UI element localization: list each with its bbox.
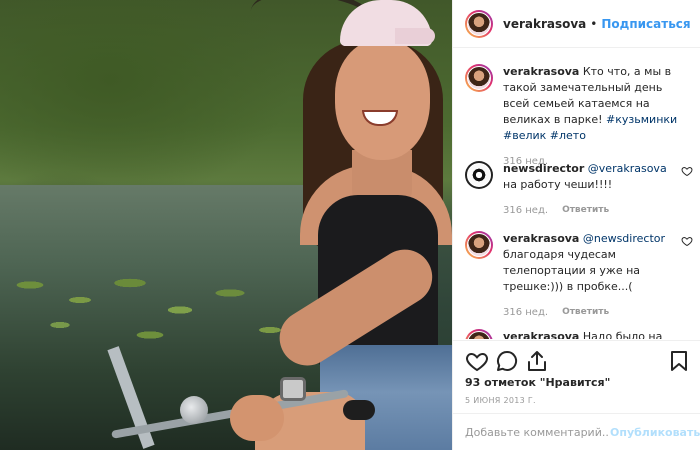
header-separator: • [590, 16, 598, 31]
post-header: verakrasova • Подписаться [453, 0, 700, 48]
like-comment-heart-icon[interactable] [681, 235, 693, 247]
comment-username[interactable]: verakrasova [503, 330, 579, 339]
action-bar [465, 349, 691, 375]
avatar[interactable] [465, 64, 493, 92]
photo-saddle [343, 400, 375, 420]
photo-cap-visor [395, 28, 435, 44]
comment-message: на работу чеши!!!! [503, 178, 613, 191]
likes-count[interactable]: 93 отметок "Нравится" [465, 376, 610, 389]
comment-text: verakrasova Кто что, а мы в такой замеча… [503, 64, 681, 144]
comment-body: newsdirector @verakrasova на работу чеши… [503, 161, 669, 216]
share-icon[interactable] [525, 349, 549, 373]
photo-watch [280, 377, 306, 401]
avatar[interactable] [465, 329, 493, 339]
photo-hand [230, 395, 284, 441]
comment-body: verakrasova @newsdirector благодаря чуде… [503, 231, 669, 318]
photo-lily-pads [0, 265, 300, 355]
post-photo[interactable] [0, 0, 452, 450]
comment-time[interactable]: 316 нед. [503, 307, 548, 318]
comment-icon[interactable] [495, 349, 519, 373]
avatar[interactable] [465, 9, 493, 38]
photo-bell [180, 396, 208, 424]
heart-icon[interactable] [465, 349, 489, 373]
like-comment-heart-icon[interactable] [681, 165, 693, 177]
post-footer: 93 отметок "Нравится" 5 ИЮНЯ 2013 Г. Опу… [453, 340, 700, 450]
comment-item: newsdirector @verakrasova на работу чеши… [465, 161, 693, 216]
comment-time[interactable]: 316 нед. [503, 205, 548, 216]
bookmark-icon[interactable] [667, 349, 691, 373]
comment-item: verakrasova @newsdirector благодаря чуде… [465, 231, 693, 318]
comment-meta: 316 нед. Ответить [503, 205, 669, 216]
comment-item: verakrasova Надо было на [465, 329, 693, 339]
comments-list[interactable]: verakrasova Кто что, а мы в такой замеча… [453, 49, 700, 339]
comment-username[interactable]: newsdirector [503, 162, 584, 175]
comment-mention[interactable]: @newsdirector [583, 232, 665, 245]
comment-text: verakrasova Надо было на [503, 329, 681, 339]
follow-button[interactable]: Подписаться [601, 17, 690, 31]
comment-mention[interactable]: @verakrasova [588, 162, 667, 175]
post-date[interactable]: 5 ИЮНЯ 2013 Г. [465, 396, 536, 405]
comment-message: Надо было на [582, 330, 663, 339]
comment-username[interactable]: verakrasova [503, 232, 579, 245]
reply-button[interactable]: Ответить [562, 307, 609, 318]
avatar[interactable] [465, 231, 493, 259]
comment-input[interactable] [465, 426, 610, 439]
reply-button[interactable]: Ответить [562, 205, 609, 216]
add-comment-bar: Опубликовать [453, 413, 700, 450]
avatar[interactable] [465, 161, 493, 189]
comment-message: благодаря чудесам телепортации я уже на … [503, 248, 641, 293]
comment-username[interactable]: verakrasova [503, 65, 579, 78]
comment-body: verakrasova Кто что, а мы в такой замеча… [503, 64, 681, 167]
comment-meta: 316 нед. Ответить [503, 307, 669, 318]
comment-text: newsdirector @verakrasova на работу чеши… [503, 161, 669, 193]
caption-comment: verakrasova Кто что, а мы в такой замеча… [465, 64, 693, 167]
comment-body: verakrasova Надо было на [503, 329, 681, 339]
post-comment-button[interactable]: Опубликовать [610, 426, 700, 439]
post-side-panel: verakrasova • Подписаться verakrasova Кт… [452, 0, 700, 450]
photo-face [335, 40, 430, 160]
header-username[interactable]: verakrasova [503, 17, 586, 31]
comment-text: verakrasova @newsdirector благодаря чуде… [503, 231, 669, 295]
